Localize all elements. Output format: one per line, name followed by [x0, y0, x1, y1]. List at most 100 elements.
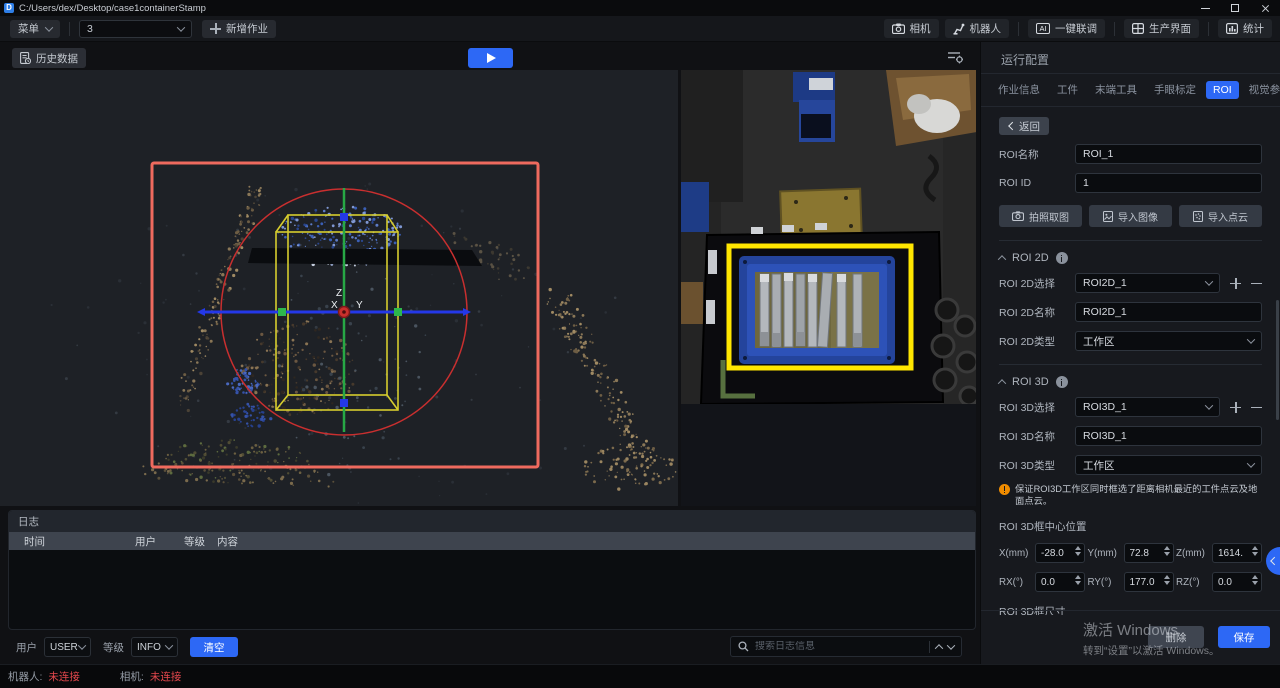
roi-name-input[interactable]: [1075, 144, 1262, 164]
roi3d-type-dropdown[interactable]: 工作区: [1075, 455, 1262, 475]
roi3d-header: ROI 3D: [1012, 376, 1049, 388]
clear-log-button[interactable]: 清空: [190, 637, 238, 657]
scale-handle[interactable]: [394, 308, 402, 316]
spin-down-icon[interactable]: [1075, 581, 1081, 585]
add-roi2d-button[interactable]: [1230, 278, 1241, 289]
scale-handle[interactable]: [340, 213, 348, 221]
tab-workpiece[interactable]: 工件: [1050, 79, 1085, 100]
menu-dropdown[interactable]: 菜单: [10, 20, 60, 38]
status-bar: 机器人: 未连接 相机: 未连接: [0, 664, 1280, 688]
run-button[interactable]: [468, 48, 513, 68]
camera-icon: [1012, 211, 1024, 221]
back-button[interactable]: 返回: [999, 117, 1049, 135]
spin-up-icon[interactable]: [1252, 546, 1258, 550]
maximize-button[interactable]: [1220, 0, 1250, 16]
spin-down-icon[interactable]: [1252, 581, 1258, 585]
job-select-dropdown[interactable]: 3: [79, 20, 192, 38]
log-user-filter[interactable]: USER: [44, 637, 91, 657]
search-next-icon[interactable]: [947, 641, 955, 649]
log-panel: 日志 时间 用户 等级 内容: [8, 510, 976, 630]
remove-roi2d-button[interactable]: [1251, 278, 1262, 289]
pointcloud-3d-viewport[interactable]: Z X Y: [0, 70, 678, 506]
chevron-down-icon: [78, 641, 86, 649]
production-view-button[interactable]: 生产界面: [1124, 19, 1199, 38]
add-roi3d-button[interactable]: [1230, 402, 1241, 413]
x-mm-input[interactable]: [1036, 548, 1070, 559]
remove-roi3d-button[interactable]: [1251, 402, 1262, 413]
statistics-button[interactable]: 统计: [1218, 19, 1272, 38]
chevron-down-icon: [1247, 335, 1255, 343]
divider: [1018, 22, 1019, 36]
tab-vision-params[interactable]: 视觉参数: [1242, 79, 1280, 100]
spin-up-icon[interactable]: [1252, 575, 1258, 579]
spin-up-icon[interactable]: [1164, 575, 1170, 579]
spin-up-icon[interactable]: [1075, 546, 1081, 550]
scale-handle[interactable]: [278, 308, 286, 316]
tab-job-info[interactable]: 作业信息: [991, 79, 1047, 100]
minimize-button[interactable]: [1190, 0, 1220, 16]
panel-scrollbar[interactable]: [1276, 300, 1279, 420]
add-job-button[interactable]: 新增作业: [202, 20, 276, 38]
roi2d-select-value: ROI2D_1: [1083, 277, 1127, 289]
import-pointcloud-button[interactable]: 导入点云: [1179, 205, 1262, 227]
robot-button[interactable]: 机器人: [945, 19, 1010, 38]
tab-roi[interactable]: ROI: [1206, 81, 1239, 99]
history-data-button[interactable]: 历史数据: [12, 48, 86, 68]
divider: [929, 641, 930, 653]
one-click-connect-button[interactable]: AI 一键联调: [1028, 19, 1105, 38]
history-icon: [20, 52, 31, 64]
save-button[interactable]: 保存: [1218, 626, 1270, 648]
spin-down-icon[interactable]: [1164, 552, 1170, 556]
ry-deg-input[interactable]: [1125, 577, 1159, 588]
collapse-roi2d-icon[interactable]: [998, 255, 1006, 263]
spin-down-icon[interactable]: [1252, 552, 1258, 556]
scale-handle[interactable]: [340, 399, 348, 407]
chevron-down-icon: [177, 23, 185, 31]
panel-title: 运行配置: [981, 42, 1280, 74]
spin-down-icon[interactable]: [1164, 581, 1170, 585]
close-button[interactable]: [1250, 0, 1280, 16]
spin-up-icon[interactable]: [1075, 575, 1081, 579]
rx-deg-input[interactable]: [1036, 577, 1070, 588]
roi-id-input[interactable]: [1075, 173, 1262, 193]
rz-deg-input[interactable]: [1213, 577, 1247, 588]
workspace: 历史数据: [0, 42, 980, 664]
spin-up-icon[interactable]: [1164, 546, 1170, 550]
roi3d-select-value: ROI3D_1: [1083, 401, 1127, 413]
roi3d-name-input[interactable]: [1075, 426, 1262, 446]
tab-hand-eye-calibration[interactable]: 手眼标定: [1147, 79, 1203, 100]
info-icon[interactable]: [1056, 252, 1068, 264]
camera-2d-image[interactable]: [681, 70, 976, 404]
log-table-body[interactable]: [9, 550, 975, 629]
camera-button[interactable]: 相机: [884, 19, 939, 38]
search-prev-icon[interactable]: [935, 644, 943, 652]
z-mm-input[interactable]: [1213, 548, 1247, 559]
roi3d-select-dropdown[interactable]: ROI3D_1: [1075, 397, 1220, 417]
collapse-roi3d-icon[interactable]: [998, 379, 1006, 387]
capture-image-button[interactable]: 拍照取图: [999, 205, 1082, 227]
chevron-down-icon: [1205, 277, 1213, 285]
roi2d-name-label: ROI 2D名称: [999, 305, 1075, 320]
y-mm-input[interactable]: [1125, 548, 1159, 559]
roi2d-name-input[interactable]: [1075, 302, 1262, 322]
axis-label-z: Z: [336, 288, 342, 299]
plus-icon: [210, 23, 221, 34]
chevron-left-icon: [1008, 122, 1016, 130]
import-image-button[interactable]: 导入图像: [1089, 205, 1172, 227]
roi-name-label: ROI名称: [999, 147, 1075, 162]
import-image-icon: [1103, 211, 1113, 222]
machine-top: [793, 72, 835, 142]
origin-dot: [342, 310, 346, 314]
roi2d-select-dropdown[interactable]: ROI2D_1: [1075, 273, 1220, 293]
roi2d-select-label: ROI 2D选择: [999, 276, 1075, 291]
view-settings-button[interactable]: [947, 50, 964, 67]
tab-end-tool[interactable]: 末端工具: [1088, 79, 1144, 100]
spin-down-icon[interactable]: [1075, 552, 1081, 556]
log-level-filter[interactable]: INFO: [131, 637, 178, 657]
capture-image-label: 拍照取图: [1029, 209, 1069, 224]
delete-button[interactable]: 删除: [1148, 626, 1204, 648]
log-search-input[interactable]: [755, 641, 923, 652]
axis-label-x: X: [331, 300, 338, 311]
roi2d-type-dropdown[interactable]: 工作区: [1075, 331, 1262, 351]
info-icon[interactable]: [1056, 376, 1068, 388]
